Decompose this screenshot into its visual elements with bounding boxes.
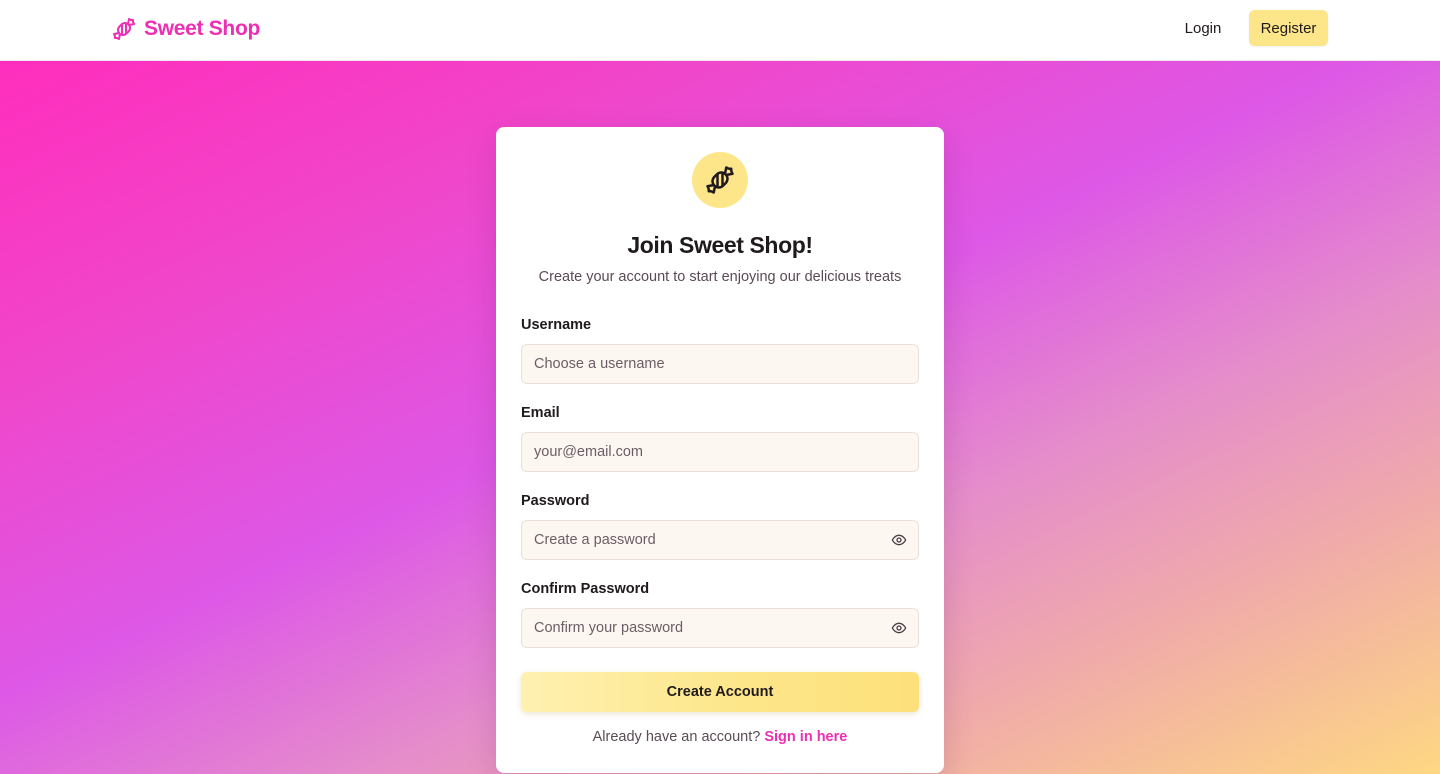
confirm-password-label: Confirm Password	[521, 581, 650, 597]
nav-login-link[interactable]: Login	[1170, 10, 1236, 46]
signin-row: Already have an account? Sign in here	[496, 729, 944, 745]
page-title: Join Sweet Shop!	[627, 232, 813, 258]
register-card: Join Sweet Shop! Create your account to …	[496, 127, 944, 773]
password-input[interactable]	[521, 520, 919, 560]
candy-icon	[705, 165, 735, 195]
candy-badge	[692, 152, 748, 208]
signin-prompt: Already have an account?	[592, 729, 761, 745]
page-subtitle: Create your account to start enjoying ou…	[538, 269, 902, 285]
candy-icon	[112, 17, 136, 41]
eye-icon[interactable]	[888, 529, 910, 551]
brand-logo-link[interactable]: Sweet Shop	[112, 14, 260, 44]
email-label: Email	[521, 405, 560, 421]
password-label: Password	[521, 493, 590, 509]
email-input[interactable]	[521, 432, 919, 472]
signin-link[interactable]: Sign in here	[764, 729, 847, 745]
username-label: Username	[521, 317, 592, 333]
username-input[interactable]	[521, 344, 919, 384]
brand-name: Sweet Shop	[144, 17, 261, 40]
eye-icon[interactable]	[888, 617, 910, 639]
top-navbar: Sweet Shop Login Register	[0, 0, 1440, 61]
nav-register-button[interactable]: Register	[1249, 10, 1328, 46]
create-account-button[interactable]: Create Account	[521, 672, 919, 712]
confirm-password-input[interactable]	[521, 608, 919, 648]
